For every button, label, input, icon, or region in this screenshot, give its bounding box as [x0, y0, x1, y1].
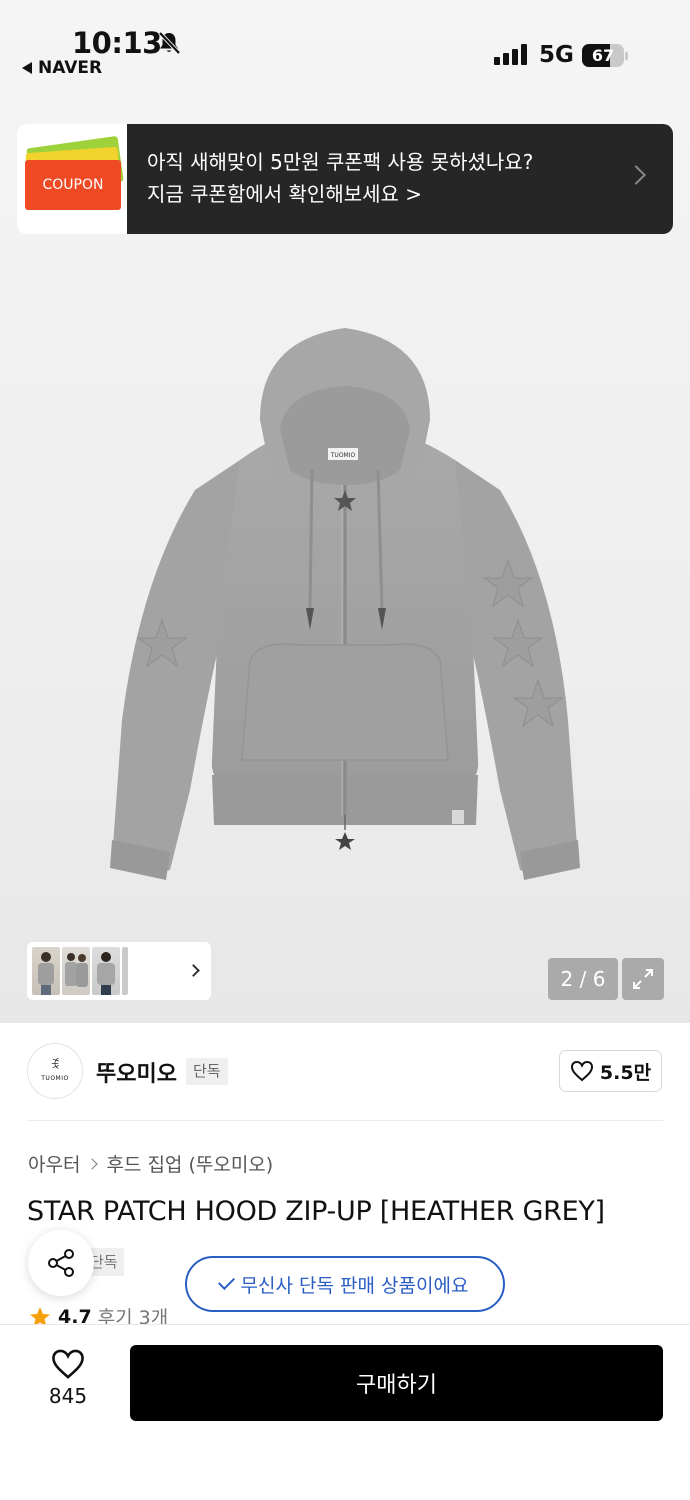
expand-icon — [633, 969, 653, 989]
battery-icon: 67 — [582, 44, 628, 67]
thumbnail-image[interactable] — [122, 947, 128, 995]
product-title: STAR PATCH HOOD ZIP-UP [HEATHER GREY] — [27, 1196, 605, 1227]
wish-count: 845 — [48, 1384, 88, 1408]
share-icon — [48, 1249, 74, 1277]
chevron-right-icon — [187, 964, 200, 977]
exclusive-badge: 단독 — [186, 1058, 228, 1085]
buy-button[interactable]: 구매하기 — [130, 1345, 663, 1421]
banner-text-line1: 아직 새해맞이 5만원 쿠폰팩 사용 못하셨나요? — [147, 150, 534, 174]
network-type: 5G — [539, 42, 574, 68]
product-image[interactable]: TUOMIO — [100, 320, 590, 900]
brand-logo-text: TUOMIO — [41, 1075, 69, 1082]
back-arrow-icon — [22, 62, 32, 74]
expand-button[interactable] — [622, 958, 664, 1000]
breadcrumb-item-category[interactable]: 아우터 — [28, 1150, 80, 1177]
signal-icon — [494, 44, 527, 65]
coupon-image: COUPON — [17, 124, 127, 234]
thumbnail-image[interactable] — [62, 947, 90, 995]
brand-like-button[interactable]: 5.5만 — [559, 1050, 662, 1092]
breadcrumb: 아우터 후드 집업 (뚜오미오) — [28, 1150, 273, 1177]
brand-logo-mark-icon: ꉂ — [49, 1058, 61, 1073]
check-icon — [217, 1273, 235, 1290]
share-button[interactable] — [28, 1230, 94, 1296]
exclusive-toast: 무신사 단독 판매 상품이에요 — [185, 1256, 505, 1312]
status-time: 10:13 — [72, 26, 162, 60]
chevron-right-icon — [86, 1157, 99, 1170]
breadcrumb-item-subcategory[interactable]: 후드 집업 (뚜오미오) — [106, 1150, 273, 1177]
brand-logo[interactable]: ꉂ TUOMIO — [27, 1043, 83, 1099]
thumbnail-strip[interactable] — [27, 942, 211, 1000]
divider — [27, 1120, 663, 1121]
toast-text: 무신사 단독 판매 상품이에요 — [240, 1274, 469, 1297]
banner-text-line2: 지금 쿠폰함에서 확인해보세요 > — [147, 182, 423, 206]
garment-label-text: TUOMIO — [330, 452, 356, 459]
wish-button[interactable]: 845 — [28, 1348, 108, 1408]
bell-muted-icon — [158, 31, 181, 55]
heart-icon — [52, 1349, 84, 1379]
thumbnail-image[interactable] — [92, 947, 120, 995]
back-app-label: NAVER — [38, 58, 103, 78]
brand-like-count: 5.5만 — [599, 1061, 652, 1084]
image-counter: 2 / 6 — [548, 958, 618, 1000]
battery-level-text: 67 — [591, 46, 615, 65]
coupon-label: COUPON — [25, 160, 121, 210]
brand-name[interactable]: 뚜오미오 — [96, 1056, 177, 1088]
heart-icon — [570, 1060, 593, 1082]
coupon-banner[interactable]: COUPON 아직 새해맞이 5만원 쿠폰팩 사용 못하셨나요? 지금 쿠폰함에… — [17, 124, 673, 234]
back-to-app-button[interactable]: NAVER — [22, 58, 102, 78]
thumbnail-image[interactable] — [32, 947, 60, 995]
